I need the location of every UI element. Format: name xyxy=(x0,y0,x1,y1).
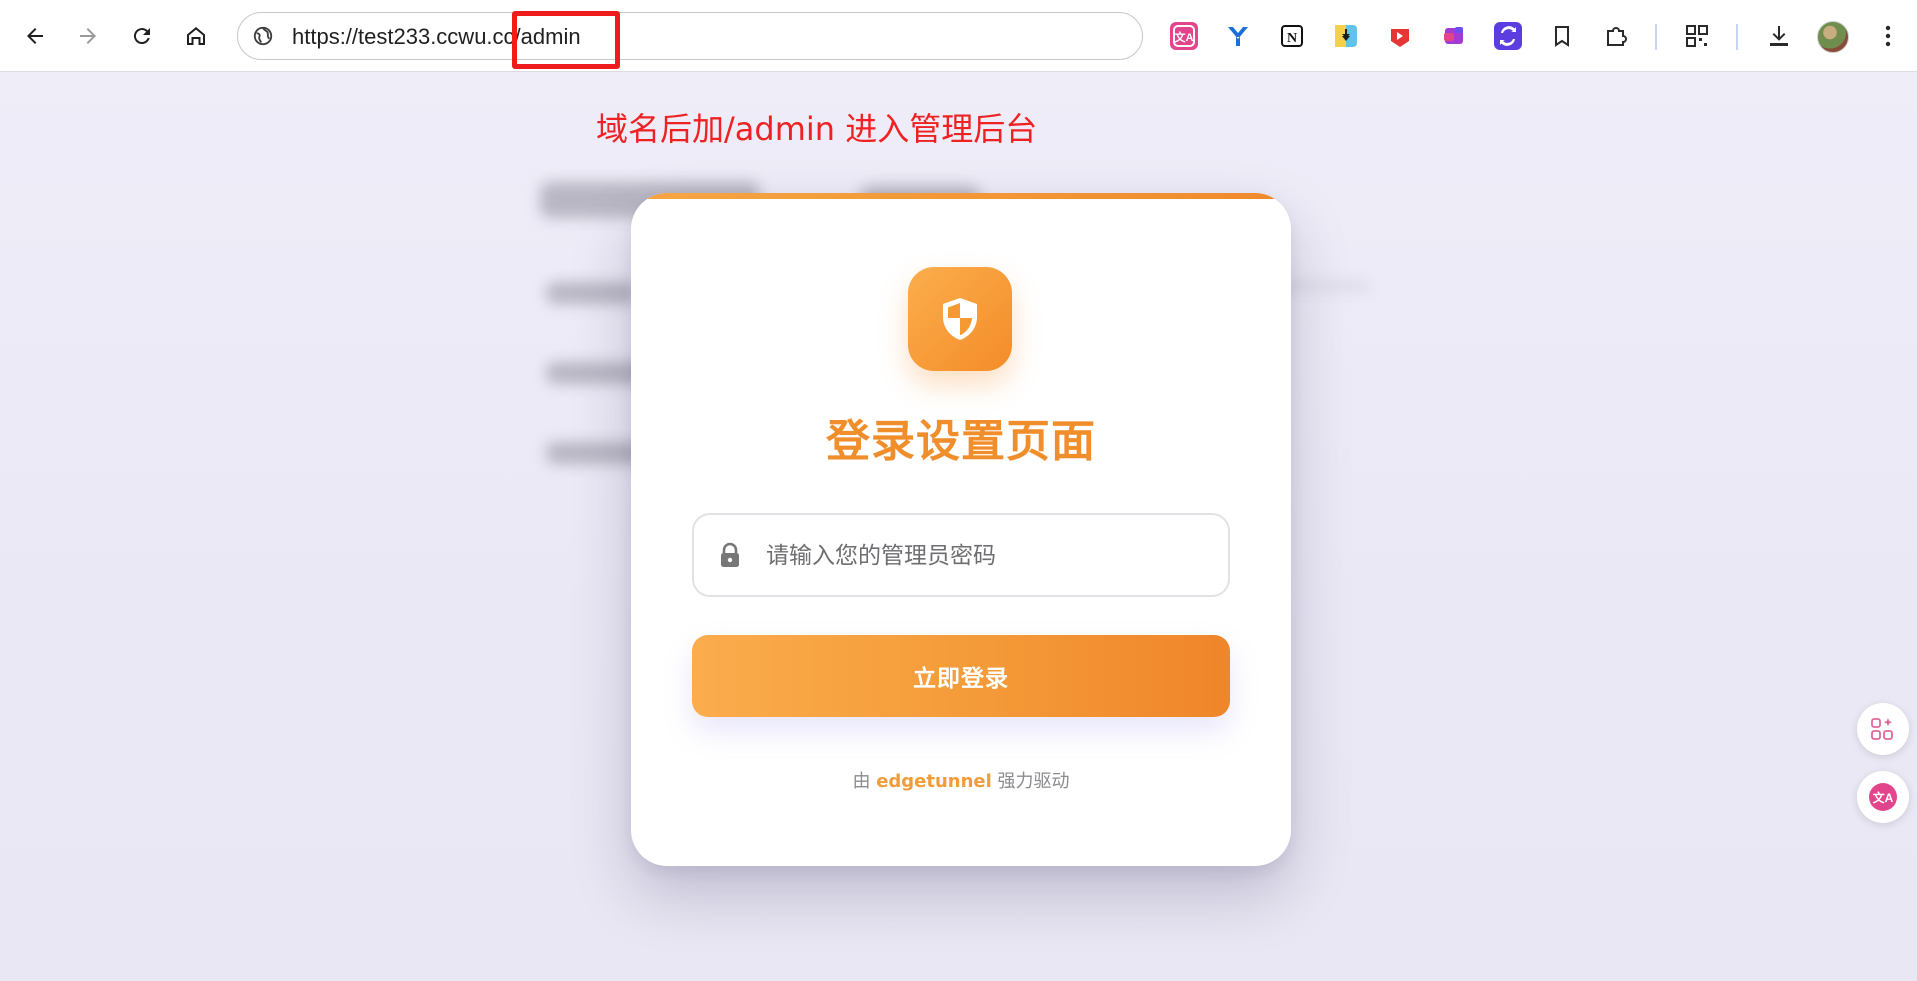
address-bar[interactable]: https://test233.ccwu.cc/admin xyxy=(237,12,1143,60)
footer-brand-link[interactable]: edgetunnel xyxy=(876,771,992,792)
youtube-extension-icon[interactable] xyxy=(1386,22,1414,50)
shield-icon xyxy=(943,298,977,340)
lock-icon xyxy=(721,542,739,567)
back-button[interactable] xyxy=(17,18,53,54)
notion-icon[interactable]: N xyxy=(1278,22,1306,50)
svg-text:文A: 文A xyxy=(1175,30,1194,44)
download-extension-icon[interactable] xyxy=(1332,22,1360,50)
password-field[interactable] xyxy=(692,513,1230,597)
home-icon xyxy=(187,27,205,45)
password-input[interactable] xyxy=(764,531,1208,581)
bookmark-icon[interactable] xyxy=(1548,22,1576,50)
qr-code-icon[interactable] xyxy=(1683,22,1711,50)
login-card: 登录设置页面 立即登录 由 edgetunnel 强力驱动 xyxy=(631,193,1291,866)
home-button[interactable] xyxy=(178,18,214,54)
page-title: 登录设置页面 xyxy=(826,416,1096,467)
sync-extension-icon[interactable] xyxy=(1494,22,1522,50)
translate-float-button[interactable]: 文A xyxy=(1857,771,1909,823)
svg-text:N: N xyxy=(1287,31,1297,46)
extensions-puzzle-icon[interactable] xyxy=(1602,22,1630,50)
forward-button[interactable] xyxy=(70,18,106,54)
url-highlight-box xyxy=(512,11,620,69)
downloads-icon[interactable] xyxy=(1765,22,1793,50)
footer-prefix: 由 xyxy=(852,771,871,792)
toolbar-separator xyxy=(1655,24,1657,50)
menu-icon[interactable] xyxy=(1874,22,1902,50)
office-extension-icon[interactable] xyxy=(1440,22,1468,50)
reload-button[interactable] xyxy=(124,18,160,54)
browser-toolbar: https://test233.ccwu.cc/admin 文A N xyxy=(0,0,1917,72)
translate-icon: 文A xyxy=(1869,783,1897,811)
toolbar-separator xyxy=(1736,24,1738,50)
footer-text: 由 edgetunnel 强力驱动 xyxy=(631,767,1291,793)
annotation-text: 域名后加/admin 进入管理后台 xyxy=(596,110,1038,148)
login-button[interactable]: 立即登录 xyxy=(692,635,1230,717)
ai-tools-float-button[interactable] xyxy=(1857,703,1909,755)
translate-extension-icon[interactable]: 文A xyxy=(1170,22,1198,50)
forward-icon xyxy=(80,28,96,44)
shield-logo xyxy=(908,267,1012,371)
apps-sparkle-icon xyxy=(1871,718,1893,740)
profile-avatar[interactable] xyxy=(1817,21,1849,53)
card-accent-bar xyxy=(631,193,1291,199)
footer-suffix: 强力驱动 xyxy=(997,771,1070,792)
y-extension-icon[interactable] xyxy=(1224,22,1252,50)
svg-text:文A: 文A xyxy=(1873,790,1894,805)
site-info-icon[interactable] xyxy=(252,25,274,47)
back-icon xyxy=(27,28,43,44)
reload-icon xyxy=(133,28,150,45)
